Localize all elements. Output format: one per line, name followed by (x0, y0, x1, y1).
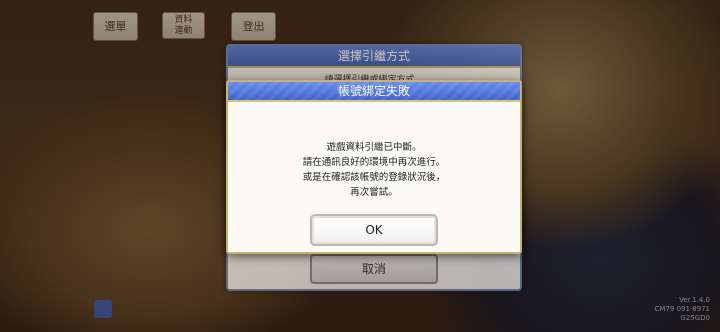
version-line: G25GD0 (680, 314, 710, 322)
data-link-button[interactable]: 資料 連動 (162, 12, 205, 39)
message-line: 再次嘗試。 (350, 187, 398, 198)
bind-failed-dialog: 帳號綁定失敗 遊戲資料引繼已中斷。 請在通訊良好的環境中再次進行。 或是在確認該… (226, 80, 522, 254)
version-line: Ver.1.4.0 (679, 296, 710, 304)
game-screen: 選單 資料 連動 登出 選擇引繼方式 請選擇引繼或綁定方式。 取消 帳號綁定失敗… (0, 0, 720, 332)
message-line: 或是在確認該帳號的登錄狀況後， (302, 172, 446, 183)
message-line: 遊戲資料引繼已中斷。 (326, 142, 422, 153)
transfer-method-title: 選擇引繼方式 (228, 46, 520, 68)
version-info: Ver.1.4.0 CM79 091 8971 G25GD0 (655, 296, 710, 323)
bind-failed-title: 帳號綁定失敗 (228, 82, 520, 102)
data-link-label-2: 連動 (174, 26, 193, 36)
bind-failed-message: 遊戲資料引繼已中斷。 請在通訊良好的環境中再次進行。 或是在確認該帳號的登錄狀況… (228, 140, 520, 200)
logout-button[interactable]: 登出 (231, 12, 276, 41)
settings-icon[interactable] (94, 300, 112, 318)
data-link-label-1: 資料 (174, 15, 193, 25)
ok-button[interactable]: OK (310, 214, 438, 246)
message-line: 請在通訊良好的環境中再次進行。 (302, 157, 446, 168)
version-line: CM79 091 8971 (654, 305, 710, 313)
menu-button[interactable]: 選單 (93, 12, 138, 41)
cancel-button[interactable]: 取消 (310, 254, 438, 284)
